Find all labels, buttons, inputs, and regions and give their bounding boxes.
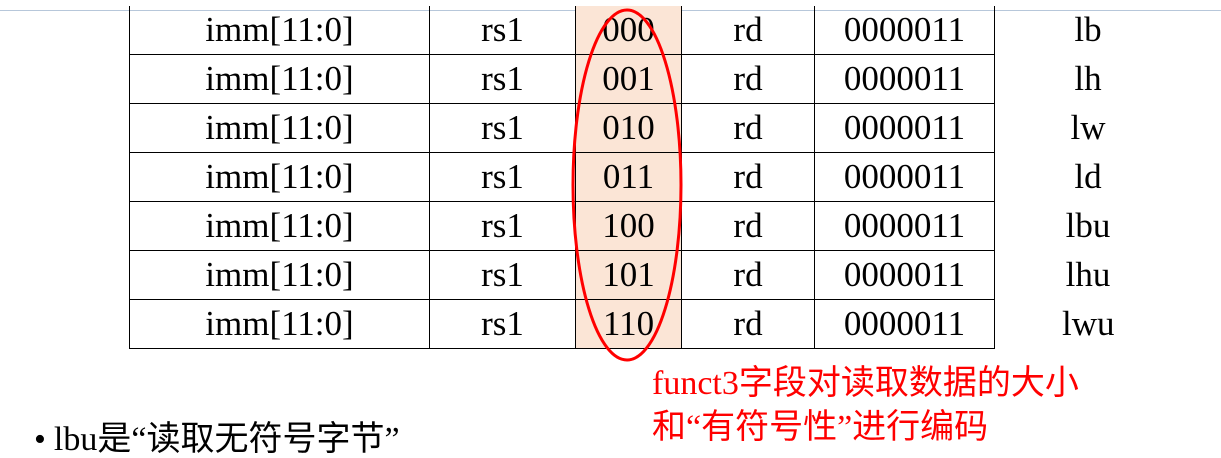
funct3-cell: 100 [575, 201, 682, 251]
opcode-cell: 0000011 [814, 152, 995, 202]
rs1-cell: rs1 [429, 6, 576, 55]
annotation-line-1: funct3字段对读取数据的大小 [652, 365, 1079, 402]
table-row: imm[11:0] rs1 011rd 0000011 ld [129, 152, 1182, 202]
mnemonic-cell: lwu [1062, 304, 1115, 343]
table-row: imm[11:0] rs1 110rd 0000011 lwu [129, 299, 1182, 349]
rd-cell: rd [681, 6, 815, 55]
mnemonic-cell: lb [1074, 10, 1102, 50]
mnemonic-cell: ld [1074, 157, 1102, 196]
rs1-cell: rs1 [429, 299, 576, 349]
mnemonic-cell: lbu [1065, 206, 1111, 245]
funct3-cell: 011 [575, 152, 682, 202]
opcode-cell: 0000011 [814, 299, 995, 349]
rd-cell: rd [681, 152, 815, 202]
load-instruction-encoding-table: imm[11:0] rs1 000rd 0000011 lb imm[11:0] rs1 00… [129, 6, 1182, 349]
rd-cell: rd [681, 250, 815, 300]
table-row: imm[11:0] rs1 001rd 0000011 lh [129, 54, 1182, 104]
rd-cell: rd [681, 299, 815, 349]
rs1-cell: rs1 [429, 250, 576, 300]
funct3-cell: 000 [575, 6, 682, 55]
opcode-cell: 0000011 [814, 103, 995, 153]
rs1-cell: rs1 [429, 201, 576, 251]
table-row: imm[11:0] rs1 010rd 0000011 lw [129, 103, 1182, 153]
imm-cell: imm[11:0] [129, 152, 430, 202]
imm-cell: imm[11:0] [129, 103, 430, 153]
rs1-cell: rs1 [429, 103, 576, 153]
mnemonic-cell: lhu [1065, 255, 1111, 294]
bullet-marker: • [34, 421, 46, 458]
opcode-cell: 0000011 [814, 250, 995, 300]
imm-cell: imm[11:0] [129, 201, 430, 251]
mnemonic-cell: lw [1070, 108, 1106, 147]
table-row: imm[11:0] rs1 101rd 0000011 lhu [129, 250, 1182, 300]
funct3-cell: 110 [575, 299, 682, 349]
rs1-cell: rs1 [429, 54, 576, 104]
slide: imm[11:0] rs1 000rd 0000011 lb imm[11:0] rs1 00… [0, 0, 1221, 458]
mnemonic-cell: lh [1074, 59, 1102, 98]
rd-cell: rd [681, 103, 815, 153]
opcode-cell: 0000011 [814, 54, 995, 104]
opcode-cell: 0000011 [814, 6, 995, 55]
imm-cell: imm[11:0] [129, 6, 430, 55]
bullet-text: lbu是“读取无符号字节” [53, 421, 400, 458]
rd-cell: rd [681, 201, 815, 251]
imm-cell: imm[11:0] [129, 54, 430, 104]
funct3-annotation: funct3字段对读取数据的大小 和“有符号性”进行编码 [652, 362, 1079, 450]
rs1-cell: rs1 [429, 152, 576, 202]
imm-cell: imm[11:0] [129, 299, 430, 349]
funct3-cell: 010 [575, 103, 682, 153]
bullet-item: • lbu是“读取无符号字节” [34, 418, 400, 458]
funct3-cell: 101 [575, 250, 682, 300]
table-row: imm[11:0] rs1 000rd 0000011 lb [129, 6, 1182, 55]
rd-cell: rd [681, 54, 815, 104]
table-row: imm[11:0] rs1 100rd 0000011 lbu [129, 201, 1182, 251]
table-body: imm[11:0] rs1 000rd 0000011 lb imm[11:0] rs1 00… [129, 6, 1182, 349]
imm-cell: imm[11:0] [129, 250, 430, 300]
annotation-line-2: 和“有符号性”进行编码 [652, 409, 989, 446]
funct3-cell: 001 [575, 54, 682, 104]
opcode-cell: 0000011 [814, 201, 995, 251]
